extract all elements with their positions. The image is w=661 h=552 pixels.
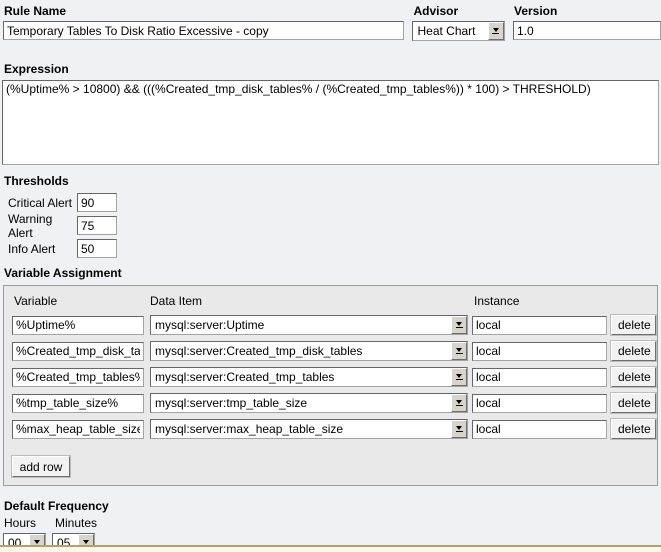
version-label: Version [514,4,661,18]
delete-row-button[interactable]: delete [611,315,656,335]
dropdown-arrow-icon[interactable] [451,420,467,438]
info-alert-input[interactable] [77,239,117,258]
advisor-label: Advisor [413,4,505,18]
data-item-selected-value: mysql:server:Created_tmp_disk_tables [151,342,451,360]
instance-input[interactable] [472,420,607,439]
variable-assignment-heading: Variable Assignment [4,266,661,280]
table-row: mysql:server:Created_tmp_tables delete [4,364,657,390]
advisor-selected-value: Heat Chart [413,22,488,40]
data-item-selected-value: mysql:server:tmp_table_size [151,394,451,412]
data-item-selected-value: mysql:server:Created_tmp_tables [151,368,451,386]
dropdown-arrow-icon[interactable] [451,394,467,412]
minutes-label: Minutes [55,516,97,530]
variable-input[interactable] [12,342,144,361]
column-header-variable: Variable [14,294,57,308]
table-row: mysql:server:Uptime delete [4,312,657,338]
delete-row-button[interactable]: delete [611,419,656,439]
default-frequency-labels: Hours Minutes [4,516,661,530]
dropdown-arrow-icon[interactable] [451,368,467,386]
dropdown-arrow-icon[interactable] [488,22,504,40]
expression-textarea[interactable]: (%Uptime% > 10800) && (((%Created_tmp_di… [2,80,659,165]
footer-divider-bar [0,545,661,552]
rule-name-input[interactable] [3,21,404,40]
data-item-selected-value: mysql:server:Uptime [151,316,451,334]
column-header-instance: Instance [474,294,519,308]
dropdown-arrow-icon[interactable] [451,316,467,334]
variable-input[interactable] [12,316,144,335]
thresholds-heading: Thresholds [4,174,661,188]
data-item-select[interactable]: mysql:server:Created_tmp_tables [150,367,468,387]
table-row: mysql:server:tmp_table_size delete [4,390,657,416]
delete-row-button[interactable]: delete [611,341,656,361]
critical-alert-input[interactable] [77,193,117,212]
instance-input[interactable] [472,368,607,387]
data-item-select[interactable]: mysql:server:Created_tmp_disk_tables [150,341,468,361]
variable-input[interactable] [12,368,144,387]
critical-alert-label: Critical Alert [8,196,77,210]
dropdown-arrow-icon[interactable] [451,342,467,360]
instance-input[interactable] [472,342,607,361]
info-alert-row: Info Alert [8,239,661,258]
advisor-field-group: Advisor Heat Chart [412,3,505,41]
delete-row-button[interactable]: delete [611,393,656,413]
table-row: mysql:server:Created_tmp_disk_tables del… [4,338,657,364]
rule-header-row: Rule Name Advisor Heat Chart Version [0,0,661,41]
instance-input[interactable] [472,394,607,413]
critical-alert-row: Critical Alert [8,193,661,212]
add-row-button[interactable]: add row [12,456,70,477]
variable-assignment-panel: Variable Data Item Instance mysql:server… [3,285,658,486]
column-header-data-item: Data Item [150,294,202,308]
warning-alert-label: Warning Alert [8,212,77,240]
default-frequency-heading: Default Frequency [4,499,661,513]
warning-alert-row: Warning Alert [8,216,661,235]
data-item-select[interactable]: mysql:server:max_heap_table_size [150,419,468,439]
hours-label: Hours [4,516,55,530]
data-item-select[interactable]: mysql:server:tmp_table_size [150,393,468,413]
instance-input[interactable] [472,316,607,335]
expression-label: Expression [4,62,661,76]
rule-name-label: Rule Name [4,4,404,18]
variable-input[interactable] [12,394,144,413]
delete-row-button[interactable]: delete [611,367,656,387]
warning-alert-input[interactable] [77,216,117,235]
variable-assignment-column-headers: Variable Data Item Instance [4,294,657,312]
variable-input[interactable] [12,420,144,439]
table-row: mysql:server:max_heap_table_size delete [4,416,657,442]
info-alert-label: Info Alert [8,242,77,256]
data-item-selected-value: mysql:server:max_heap_table_size [151,420,451,438]
advisor-select[interactable]: Heat Chart [412,21,505,41]
rule-name-field-group: Rule Name [3,3,404,41]
data-item-select[interactable]: mysql:server:Uptime [150,315,468,335]
version-input[interactable] [513,21,661,40]
version-field-group: Version [513,3,661,41]
